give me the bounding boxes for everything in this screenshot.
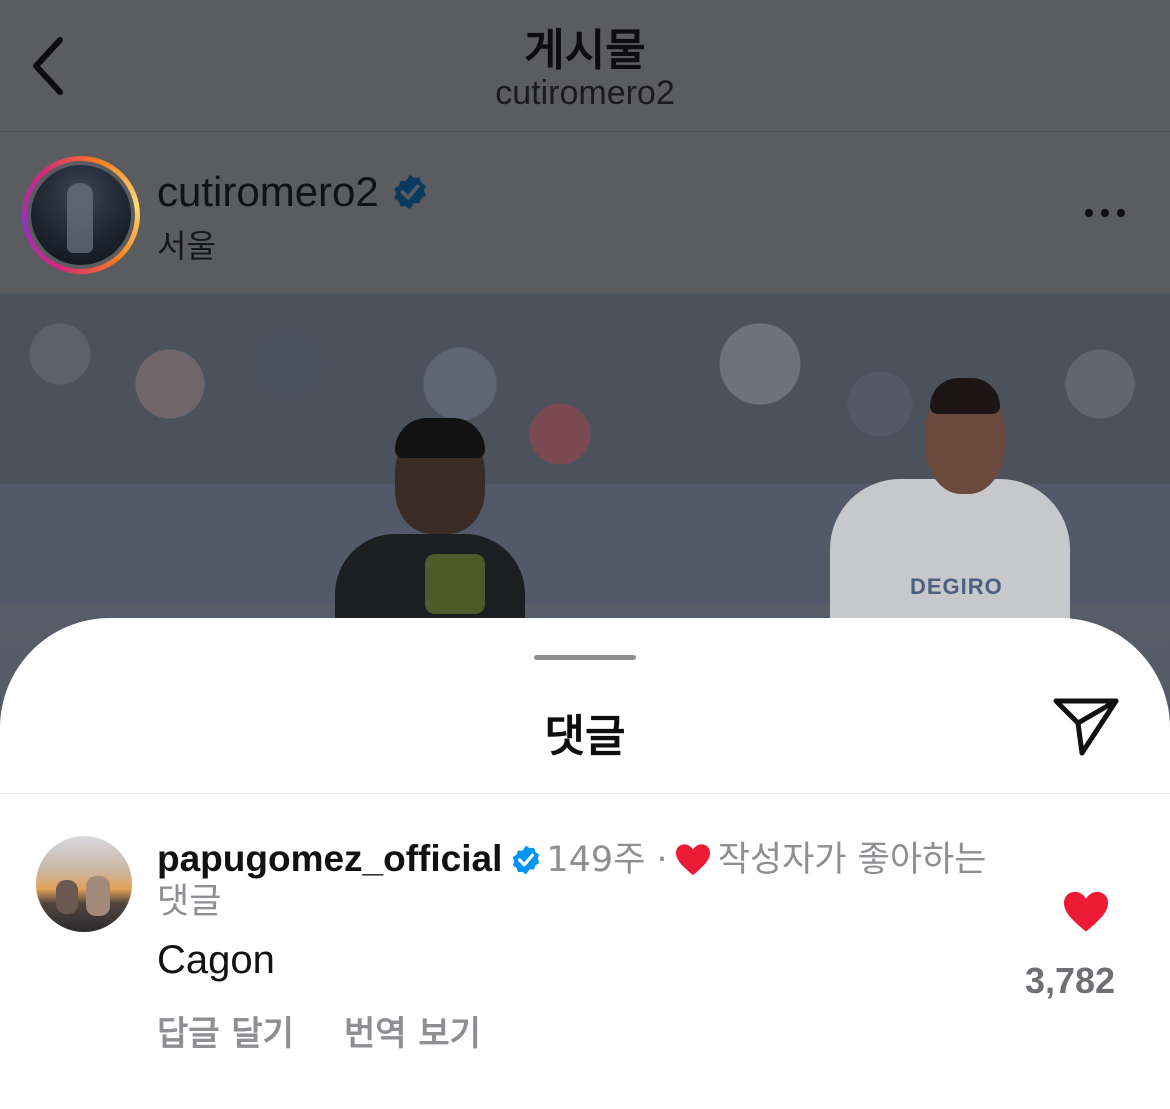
avatar[interactable] — [36, 836, 132, 932]
post-author[interactable]: cutiromero2 — [157, 168, 429, 216]
sheet-drag-handle[interactable] — [534, 655, 636, 660]
reply-button[interactable]: 답글 달기 — [157, 1006, 294, 1055]
shirt-sponsor-text: DEGIRO — [910, 574, 1003, 599]
heart-icon — [1064, 891, 1108, 932]
author-liked-label-cont: 댓글 — [157, 882, 222, 922]
heart-icon — [675, 844, 710, 876]
post-location[interactable]: 서울 — [157, 221, 216, 267]
ellipsis-icon — [1085, 209, 1093, 217]
post-username: cutiromero2 — [157, 168, 379, 215]
page-title: 게시물 — [524, 25, 646, 76]
comment-meta: papugomez_official 149주 · 작성자가 좋아하는 댓글 — [157, 838, 1007, 923]
comments-sheet: 댓글 papugomez_official 149주 · 작성자가 좋아하는 댓… — [0, 618, 1170, 1109]
meta-separator: · — [656, 840, 668, 880]
more-options-button[interactable] — [1070, 193, 1140, 233]
comment-username[interactable]: papugomez_official — [157, 838, 502, 879]
like-count: 3,782 — [1024, 960, 1116, 1001]
top-navigation-bar: 게시물 cutiromero2 — [0, 0, 1170, 132]
comment-item: papugomez_official 149주 · 작성자가 좋아하는 댓글 C… — [0, 794, 1170, 1094]
comment-actions: 답글 달기 번역 보기 — [157, 1006, 481, 1055]
verified-badge-icon — [513, 845, 540, 875]
sheet-title: 댓글 — [544, 711, 626, 762]
like-button[interactable] — [1050, 880, 1122, 944]
translate-button[interactable]: 번역 보기 — [344, 1006, 481, 1055]
post-header: cutiromero2 서울 — [0, 133, 1170, 293]
author-liked-label: 작성자가 좋아하는 — [717, 840, 987, 880]
comment-text: Cagon — [157, 938, 275, 982]
paper-plane-icon — [1053, 698, 1119, 756]
avatar — [31, 165, 131, 265]
share-button[interactable] — [1050, 694, 1122, 758]
story-avatar[interactable] — [22, 156, 140, 274]
comment-age: 149주 — [546, 840, 646, 880]
page-subtitle: cutiromero2 — [495, 74, 675, 112]
verified-badge-icon — [394, 174, 426, 210]
